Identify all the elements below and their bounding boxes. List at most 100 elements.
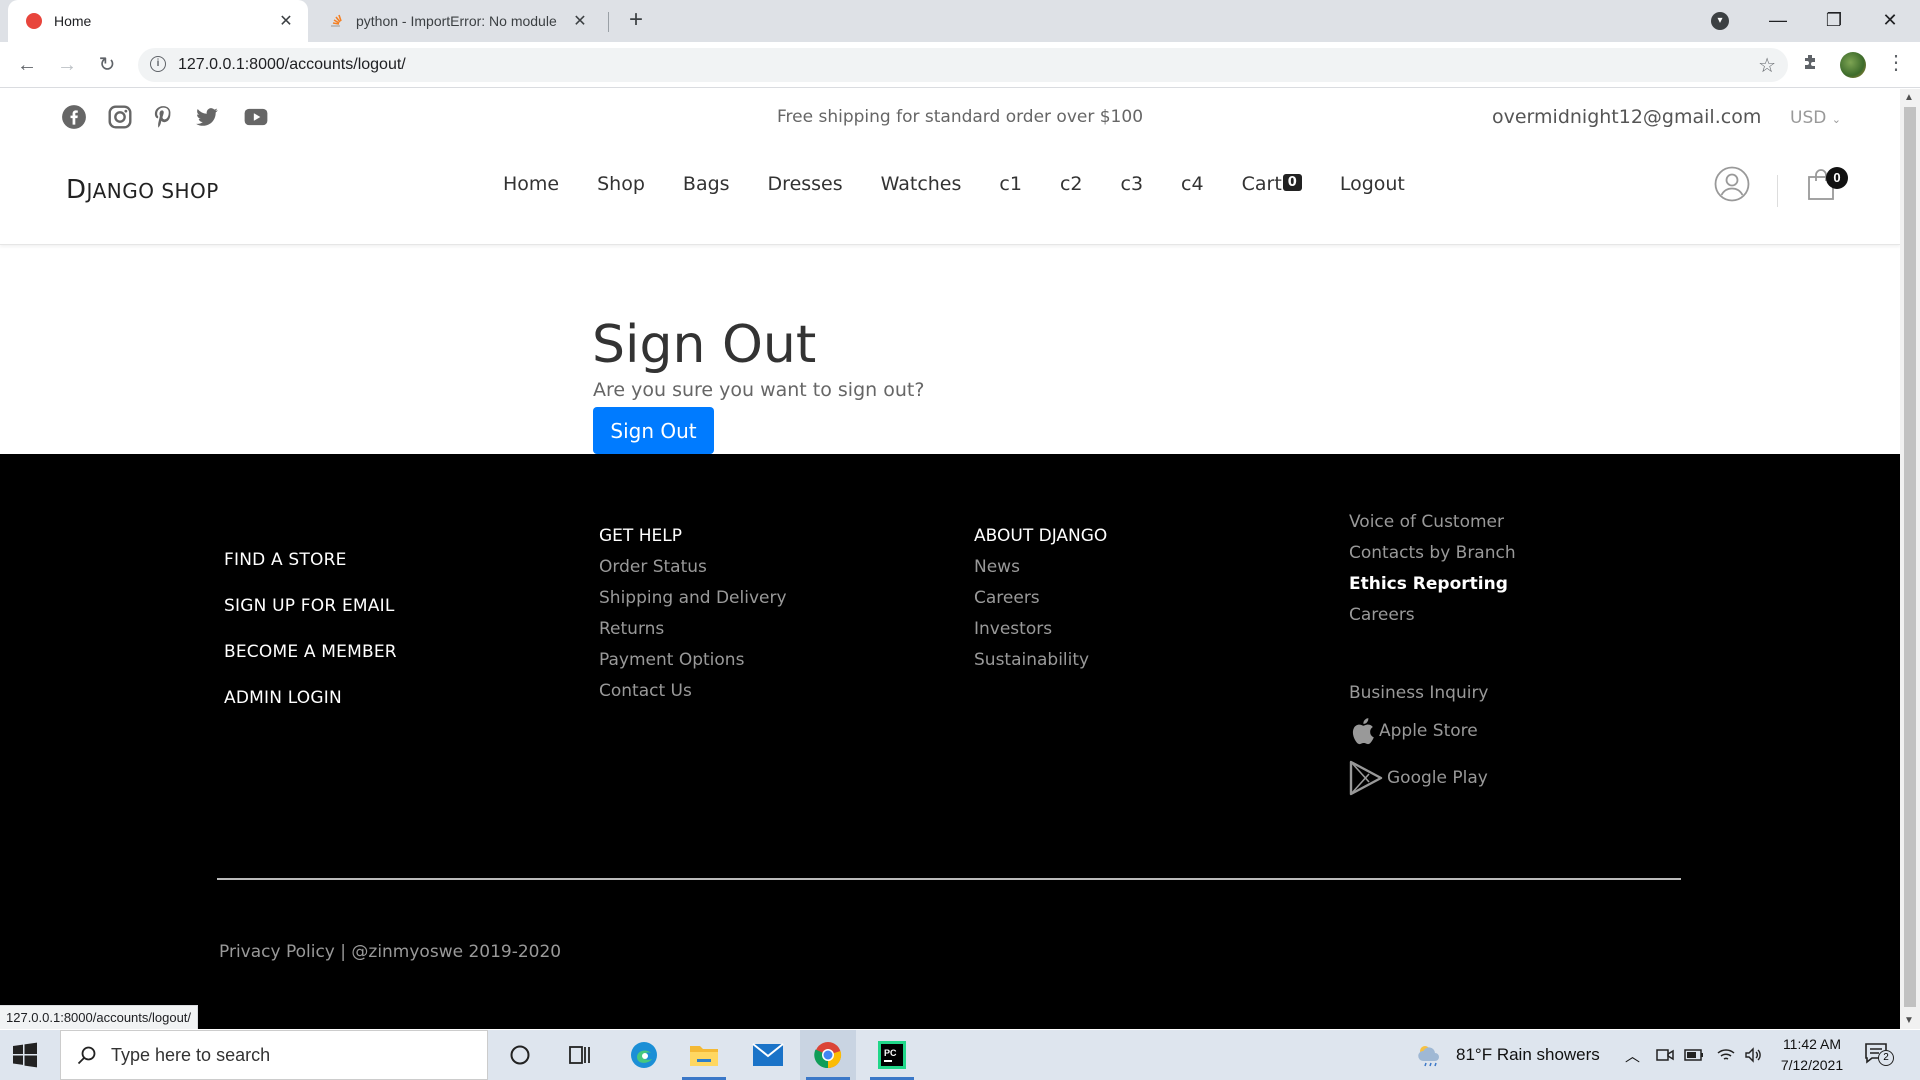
nav-c3[interactable]: c3 [1121, 173, 1144, 195]
wifi-icon[interactable] [1716, 1030, 1736, 1080]
nav-watches[interactable]: Watches [881, 173, 962, 195]
extensions-icon[interactable] [1801, 52, 1821, 78]
site-footer: FIND A STORE SIGN UP FOR EMAIL BECOME A … [0, 454, 1900, 1029]
apple-store-label: Apple Store [1379, 721, 1478, 741]
close-tab-icon[interactable]: ✕ [276, 11, 296, 31]
shipping-note: Free shipping for standard order over $1… [777, 107, 1144, 127]
currency-selector[interactable]: USD ⌄ [1790, 108, 1841, 128]
chrome-icon[interactable] [800, 1030, 856, 1080]
volume-icon[interactable] [1744, 1030, 1764, 1080]
cortana-icon[interactable] [492, 1030, 548, 1080]
twitter-icon[interactable] [194, 104, 220, 130]
header-divider [1777, 175, 1778, 207]
taskbar-search-box[interactable]: Type here to search [60, 1030, 488, 1080]
nav-dresses[interactable]: Dresses [768, 173, 843, 195]
task-view-icon[interactable] [552, 1030, 608, 1080]
minimize-button[interactable]: — [1750, 0, 1806, 42]
meet-now-icon[interactable] [1656, 1030, 1674, 1080]
payment-options-link[interactable]: Payment Options [599, 650, 787, 670]
nav-logout[interactable]: Logout [1340, 173, 1405, 195]
edge-browser-icon[interactable] [616, 1030, 672, 1080]
news-link[interactable]: News [974, 557, 1107, 577]
contact-us-link[interactable]: Contact Us [599, 681, 787, 701]
tray-overflow-icon[interactable]: ︿ [1625, 1030, 1640, 1080]
sustainability-link[interactable]: Sustainability [974, 650, 1107, 670]
address-bar[interactable]: i 127.0.0.1:8000/accounts/logout/ ☆ [138, 48, 1788, 82]
reload-icon[interactable]: ↻ [92, 50, 122, 80]
tab-search-icon[interactable]: ▾ [1711, 12, 1729, 30]
taskbar-clock[interactable]: 11:42 AM 7/12/2021 [1770, 1034, 1854, 1076]
site-logo[interactable]: DJANGO SHOP [66, 175, 219, 205]
footer-divider [217, 878, 1681, 880]
business-inquiry-link[interactable]: Business Inquiry [1349, 683, 1516, 703]
maximize-button[interactable]: ❐ [1806, 0, 1862, 42]
user-email[interactable]: overmidnight12@gmail.com [1492, 106, 1761, 128]
back-icon[interactable]: ← [12, 50, 42, 80]
copyright-text[interactable]: Privacy Policy | @zinmyoswe 2019-2020 [219, 942, 561, 962]
scrollbar-thumb[interactable] [1904, 107, 1916, 1007]
cart-count-badge: 0 [1282, 174, 1302, 191]
nav-shop[interactable]: Shop [597, 173, 645, 195]
nav-home[interactable]: Home [503, 173, 559, 195]
nav-c2[interactable]: c2 [1060, 173, 1083, 195]
pycharm-icon[interactable]: PC [864, 1030, 920, 1080]
tab-home[interactable]: Home ✕ [8, 0, 308, 42]
become-member-link[interactable]: BECOME A MEMBER [224, 642, 397, 662]
forward-icon[interactable]: → [52, 50, 82, 80]
admin-login-link[interactable]: ADMIN LOGIN [224, 688, 397, 708]
close-tab-icon[interactable]: ✕ [570, 11, 590, 31]
nav-c4[interactable]: c4 [1181, 173, 1204, 195]
menu-kebab-icon[interactable]: ⋮ [1886, 50, 1906, 75]
footer-col-main: FIND A STORE SIGN UP FOR EMAIL BECOME A … [224, 550, 397, 734]
battery-icon[interactable] [1684, 1030, 1704, 1080]
returns-link[interactable]: Returns [599, 619, 787, 639]
cart-label: Cart [1241, 173, 1282, 195]
nav-c1[interactable]: c1 [999, 173, 1022, 195]
scroll-up-icon[interactable]: ▲ [1904, 92, 1914, 103]
facebook-icon[interactable] [61, 104, 87, 130]
sign-out-button[interactable]: Sign Out [593, 407, 714, 454]
new-tab-button[interactable]: + [622, 6, 650, 34]
notifications-icon[interactable]: 2 [1864, 1042, 1894, 1068]
investors-link[interactable]: Investors [974, 619, 1107, 639]
apple-store-link[interactable]: Apple Store [1349, 716, 1478, 746]
browser-tabstrip: Home ✕ python - ImportError: No module ✕… [0, 0, 1920, 42]
footer-col-contact: Voice of Customer Contacts by Branch Eth… [1349, 512, 1516, 714]
careers-link[interactable]: Careers [974, 588, 1107, 608]
file-explorer-icon[interactable] [676, 1030, 732, 1080]
nav-cart[interactable]: Cart 0 [1242, 173, 1302, 195]
apple-icon [1352, 718, 1374, 745]
find-store-link[interactable]: FIND A STORE [224, 550, 397, 570]
signup-email-link[interactable]: SIGN UP FOR EMAIL [224, 596, 397, 616]
instagram-icon[interactable] [107, 104, 133, 130]
pinterest-icon[interactable] [150, 104, 176, 130]
profile-avatar[interactable] [1840, 52, 1866, 78]
ethics-reporting-link[interactable]: Ethics Reporting [1349, 574, 1516, 594]
mail-icon[interactable] [740, 1030, 796, 1080]
tab-stackoverflow[interactable]: python - ImportError: No module ✕ [312, 0, 602, 42]
notification-count: 2 [1878, 1050, 1894, 1066]
weather-widget[interactable]: 81°F Rain showers [1416, 1030, 1600, 1080]
voice-of-customer-link[interactable]: Voice of Customer [1349, 512, 1516, 532]
google-play-link[interactable]: Google Play [1349, 760, 1488, 796]
main-nav: Home Shop Bags Dresses Watches c1 c2 c3 … [503, 173, 1443, 195]
order-status-link[interactable]: Order Status [599, 557, 787, 577]
close-window-button[interactable]: ✕ [1862, 0, 1918, 42]
nav-bags[interactable]: Bags [683, 173, 730, 195]
user-account-icon[interactable] [1714, 166, 1750, 202]
browser-toolbar: ← → ↻ i 127.0.0.1:8000/accounts/logout/ … [0, 42, 1920, 88]
svg-text:PC: PC [884, 1048, 897, 1058]
scroll-down-icon[interactable]: ▼ [1904, 1015, 1914, 1026]
youtube-icon[interactable] [243, 104, 269, 130]
contacts-by-branch-link[interactable]: Contacts by Branch [1349, 543, 1516, 563]
favicon-icon [26, 13, 42, 29]
currency-label: USD [1790, 108, 1827, 128]
url-text[interactable]: 127.0.0.1:8000/accounts/logout/ [178, 56, 406, 74]
info-icon[interactable]: i [150, 56, 166, 72]
windows-start-icon[interactable] [12, 1042, 38, 1068]
bookmark-star-icon[interactable]: ☆ [1758, 53, 1776, 78]
shipping-delivery-link[interactable]: Shipping and Delivery [599, 588, 787, 608]
logo-initial: D [66, 175, 87, 205]
careers-link-2[interactable]: Careers [1349, 605, 1516, 625]
page-scrollbar[interactable]: ▲ ▼ [1900, 89, 1920, 1029]
